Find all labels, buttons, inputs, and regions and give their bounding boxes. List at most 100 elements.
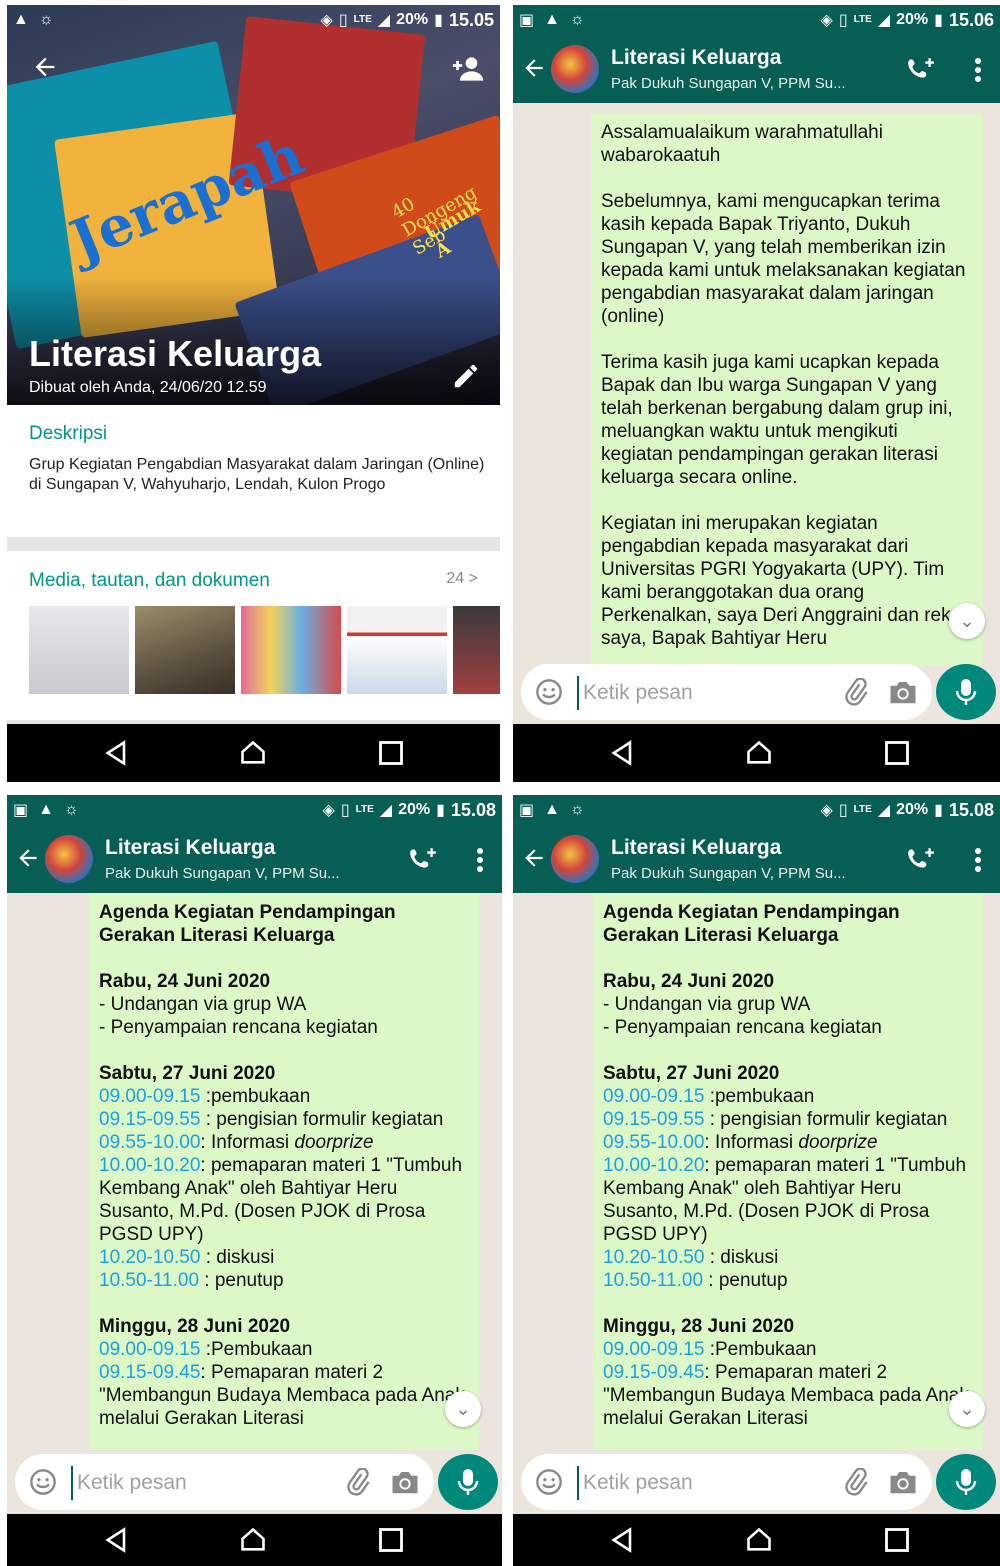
chat-title[interactable]: Literasi Keluarga — [611, 46, 781, 70]
clock: 15.08 — [450, 799, 496, 820]
time-link[interactable]: 10.50-11.00 — [603, 1270, 703, 1291]
chat-body[interactable]: Agenda Kegiatan Pendampingan Gerakan Lit… — [7, 893, 502, 1450]
time-link[interactable]: 10.20-10.50 — [603, 1247, 704, 1268]
more-vert-icon[interactable] — [476, 847, 484, 873]
nav-home-icon[interactable] — [239, 739, 267, 767]
nav-recents-icon[interactable] — [883, 1526, 911, 1554]
bulb-icon: ☼ — [38, 11, 54, 28]
media-thumbnail[interactable] — [135, 606, 235, 694]
camera-icon[interactable] — [888, 678, 918, 706]
chat-body[interactable]: Agenda Kegiatan Pendampingan Gerakan Lit… — [513, 893, 1000, 1450]
message-input[interactable] — [577, 1466, 795, 1500]
chevron-down-icon[interactable]: ⌄ — [445, 1391, 481, 1427]
back-arrow-icon[interactable] — [521, 845, 547, 871]
nav-home-icon[interactable] — [745, 1526, 773, 1554]
chat-subtitle[interactable]: Pak Dukuh Sungapan V, PPM Su... — [105, 865, 340, 882]
group-avatar[interactable] — [45, 835, 93, 883]
camera-icon[interactable] — [390, 1468, 420, 1496]
nav-recents-icon[interactable] — [377, 739, 405, 767]
add-person-icon[interactable] — [451, 55, 485, 83]
message-paragraph: Assalamualaikum warahmatullahi wabarokaa… — [601, 122, 883, 166]
emoji-icon[interactable] — [535, 1468, 563, 1496]
back-arrow-icon[interactable] — [521, 55, 547, 81]
chat-body[interactable]: Assalamualaikum warahmatullahi wabarokaa… — [513, 103, 1000, 666]
time-link[interactable]: 09.55-10.00 — [99, 1132, 200, 1153]
emoji-icon[interactable] — [29, 1468, 57, 1496]
media-thumbnail[interactable] — [453, 606, 500, 694]
network-type: LTE — [853, 14, 872, 25]
chevron-down-icon[interactable]: ⌄ — [949, 1391, 985, 1427]
bulb-icon: ☼ — [63, 801, 79, 818]
media-thumbnail[interactable] — [241, 606, 341, 694]
system-nav-bar — [513, 724, 1000, 782]
nav-back-icon[interactable] — [609, 1526, 637, 1554]
emoji-icon[interactable] — [535, 678, 563, 706]
signal-icon: ◢ — [379, 802, 393, 819]
chat-subtitle[interactable]: Pak Dukuh Sungapan V, PPM Su... — [611, 865, 846, 882]
time-link[interactable]: 10.00-10.20 — [603, 1155, 704, 1176]
time-link[interactable]: 09.15-09.55 — [603, 1109, 704, 1130]
agenda-message-bubble[interactable]: Agenda Kegiatan Pendampingan Gerakan Lit… — [89, 893, 479, 1450]
media-thumbnail[interactable] — [347, 606, 447, 694]
nav-back-icon[interactable] — [103, 1526, 131, 1554]
attach-icon[interactable] — [344, 1468, 372, 1496]
group-avatar[interactable] — [551, 835, 599, 883]
more-vert-icon[interactable] — [974, 57, 982, 83]
media-count[interactable]: 24 > — [446, 570, 478, 588]
agenda-day: Rabu, 24 Juni 2020- Undangan via grup WA… — [603, 971, 882, 1038]
time-link[interactable]: 09.15-09.45 — [99, 1362, 200, 1383]
time-link[interactable]: 10.00-10.20 — [99, 1155, 200, 1176]
message-input-bar — [513, 1450, 1000, 1514]
add-call-icon[interactable] — [906, 845, 936, 873]
nav-back-icon[interactable] — [609, 739, 637, 767]
time-link[interactable]: 10.20-10.50 — [99, 1247, 200, 1268]
message-input[interactable] — [577, 676, 795, 710]
add-call-icon[interactable] — [906, 55, 936, 83]
nav-home-icon[interactable] — [239, 1526, 267, 1554]
more-vert-icon[interactable] — [974, 847, 982, 873]
time-link[interactable]: 09.00-09.15 — [603, 1339, 704, 1360]
message-input[interactable] — [71, 1466, 289, 1500]
media-section[interactable]: Media, tautan, dan dokumen 24 > — [7, 552, 500, 720]
message-bubble[interactable]: Assalamualaikum warahmatullahi wabarokaa… — [591, 113, 983, 666]
agenda-message-bubble[interactable]: Agenda Kegiatan Pendampingan Gerakan Lit… — [593, 893, 983, 1450]
network-type: LTE — [353, 14, 372, 25]
time-link[interactable]: 09.00-09.15 — [99, 1339, 200, 1360]
time-link[interactable]: 09.15-09.55 — [99, 1109, 200, 1130]
mic-button[interactable] — [936, 664, 996, 720]
status-bar: ▲ ☼ ◈ ▯ LTE ◢ 20% ▮ 15.05 — [7, 5, 500, 35]
nav-back-icon[interactable] — [103, 739, 131, 767]
chat-title[interactable]: Literasi Keluarga — [611, 836, 781, 860]
message-paragraph: Sebelumnya, kami mengucapkan terima kasi… — [601, 191, 966, 327]
time-link[interactable]: 09.00-09.15 — [603, 1086, 704, 1107]
nav-home-icon[interactable] — [745, 739, 773, 767]
battery-level: 20% — [896, 801, 929, 818]
agenda-day: Sabtu, 27 Juni 2020 09.00-09.15 :pembuka… — [603, 1063, 967, 1291]
clock: 15.08 — [948, 799, 994, 820]
mic-button[interactable] — [438, 1454, 498, 1510]
attach-icon[interactable] — [842, 1468, 870, 1496]
attach-icon[interactable] — [842, 678, 870, 706]
description-title: Deskripsi — [29, 423, 108, 444]
camera-icon[interactable] — [888, 1468, 918, 1496]
add-call-icon[interactable] — [408, 845, 438, 873]
chat-subtitle[interactable]: Pak Dukuh Sungapan V, PPM Su... — [611, 75, 846, 92]
back-arrow-icon[interactable] — [15, 845, 41, 871]
time-link[interactable]: 09.55-10.00 — [603, 1132, 704, 1153]
description-section[interactable]: Deskripsi Grup Kegiatan Pengabdian Masya… — [7, 405, 500, 537]
edit-pencil-icon[interactable] — [451, 361, 481, 391]
mic-button[interactable] — [936, 1454, 996, 1510]
time-link[interactable]: 10.50-11.00 — [99, 1270, 199, 1291]
back-arrow-icon[interactable] — [31, 53, 59, 81]
group-avatar[interactable] — [551, 45, 599, 93]
nav-recents-icon[interactable] — [883, 739, 911, 767]
chat-header: Literasi Keluarga Pak Dukuh Sungapan V, … — [513, 35, 1000, 103]
time-link[interactable]: 09.15-09.45 — [603, 1362, 704, 1383]
chat-title[interactable]: Literasi Keluarga — [105, 836, 275, 860]
nav-recents-icon[interactable] — [377, 1526, 405, 1554]
media-thumbnail[interactable] — [29, 606, 129, 694]
status-bar: ▣ ▲ ☼ ◈ ▯ LTE ◢ 20% ▮ 15.06 — [513, 5, 1000, 35]
agenda-title: Agenda Kegiatan Pendampingan Gerakan Lit… — [99, 902, 396, 946]
chevron-down-icon[interactable]: ⌄ — [949, 603, 985, 639]
time-link[interactable]: 09.00-09.15 — [99, 1086, 200, 1107]
